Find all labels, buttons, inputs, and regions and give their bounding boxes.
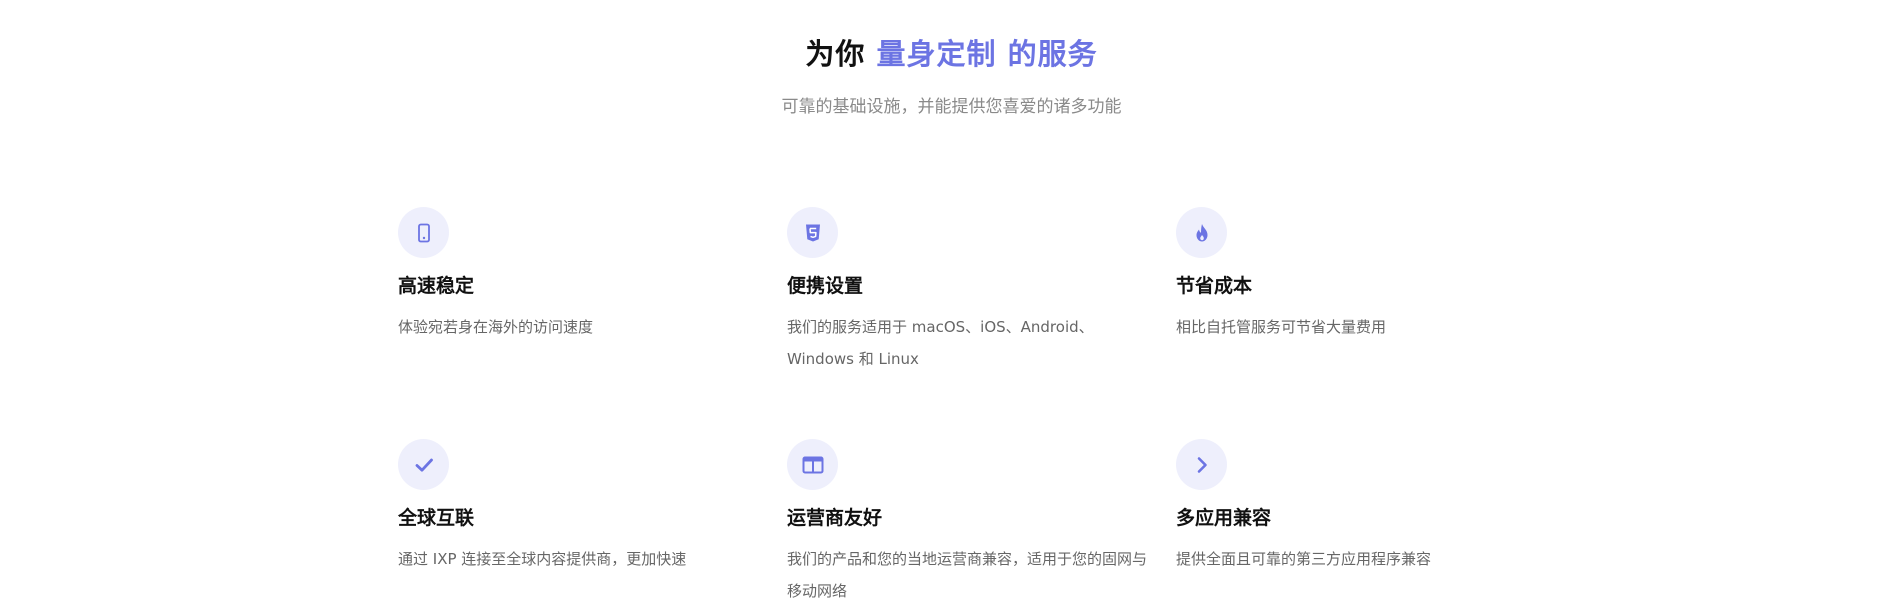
section-title-prefix: 为你 — [805, 37, 877, 71]
feature-title: 运营商友好 — [787, 507, 883, 529]
feature-description: 我们的服务适用于 macOS、iOS、Android、Windows 和 Lin… — [787, 318, 1094, 368]
feature-card-speed: 高速稳定 体验宛若身在海外的访问速度 — [398, 207, 758, 343]
section-title: 为你 量身定制 的服务 — [0, 34, 1903, 74]
html5-icon — [787, 207, 838, 258]
feature-card-global: 全球互联 通过 IXP 连接至全球内容提供商，更加快速 — [398, 439, 758, 575]
flame-icon — [1176, 207, 1227, 258]
feature-title: 多应用兼容 — [1176, 507, 1272, 529]
feature-card-compat: 多应用兼容 提供全面且可靠的第三方应用程序兼容 — [1176, 439, 1536, 575]
feature-title: 全球互联 — [398, 507, 475, 529]
feature-title: 便携设置 — [787, 275, 864, 297]
feature-card-carrier: 运营商友好 我们的产品和您的当地运营商兼容，适用于您的固网与移动网络 — [787, 439, 1147, 607]
feature-card-portable: 便携设置 我们的服务适用于 macOS、iOS、Android、Windows … — [787, 207, 1147, 375]
feature-description: 提供全面且可靠的第三方应用程序兼容 — [1176, 550, 1432, 568]
feature-title: 高速稳定 — [398, 275, 475, 297]
features-section: 为你 量身定制 的服务 可靠的基础设施，并能提供您喜爱的诸多功能 高速稳定 体验… — [0, 0, 1903, 610]
feature-description: 通过 IXP 连接至全球内容提供商，更加快速 — [398, 550, 687, 568]
feature-title: 节省成本 — [1176, 275, 1253, 297]
feature-description: 体验宛若身在海外的访问速度 — [398, 318, 594, 336]
section-subtitle: 可靠的基础设施，并能提供您喜爱的诸多功能 — [781, 97, 1122, 117]
feature-description: 相比自托管服务可节省大量费用 — [1176, 318, 1387, 336]
section-title-accent: 量身定制 的服务 — [876, 37, 1098, 71]
checkmark-icon — [398, 439, 449, 490]
mobile-phone-icon — [398, 207, 449, 258]
columns-icon — [787, 439, 838, 490]
feature-description: 我们的产品和您的当地运营商兼容，适用于您的固网与移动网络 — [787, 550, 1148, 600]
chevron-right-icon — [1176, 439, 1227, 490]
feature-card-cost: 节省成本 相比自托管服务可节省大量费用 — [1176, 207, 1536, 343]
